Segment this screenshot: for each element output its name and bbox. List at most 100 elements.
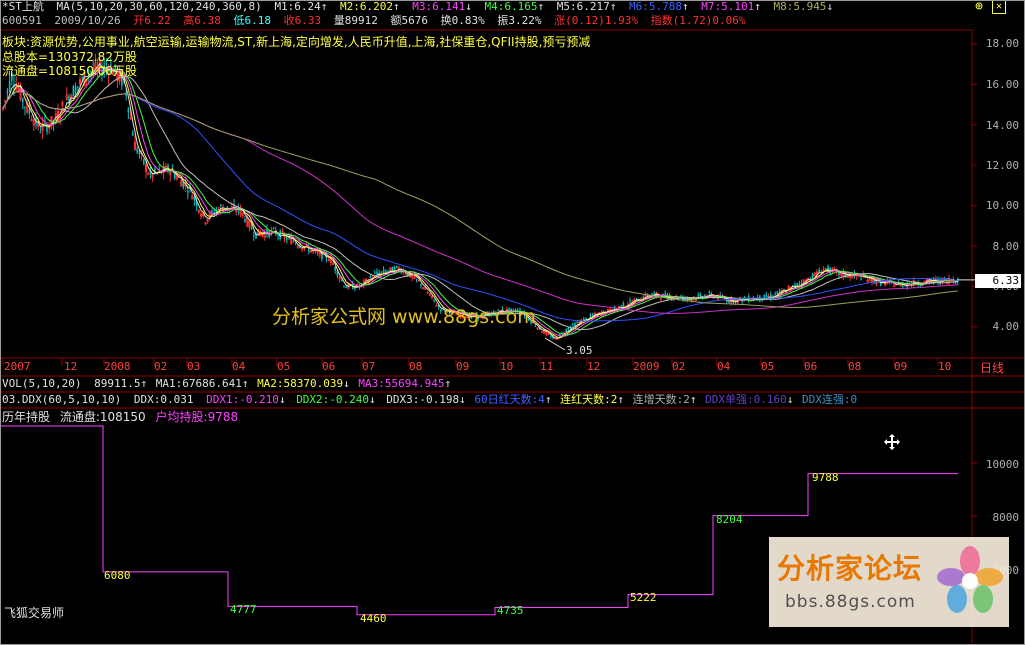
holders-step-label: 4777 [230,603,257,616]
candle-body [635,297,638,299]
date-tick: 11 [540,360,554,373]
holders-axis-tick: 10000 [985,458,1019,471]
vol-ma3: MA3:55694.945 [358,377,445,390]
candle-body [778,290,781,292]
ddx-consec: DDX连强:0 [802,393,858,406]
holders-step-label: 8204 [716,513,743,526]
candle-body [334,266,336,271]
candle-body [825,268,827,270]
date-tick: 04 [717,360,731,373]
candle-body [376,271,378,274]
arrow-up-icon: ↑ [444,377,452,390]
date-tick: 05 [277,360,291,373]
ma-line [2,66,958,339]
candle-body [651,293,653,296]
candle-body [292,241,295,243]
date-tick: 03 [187,360,201,373]
holders-step-label: 5222 [630,591,657,604]
candle-body [220,205,222,207]
candle-body [697,294,699,296]
candle-body [28,110,31,114]
candle-body [708,292,710,294]
candle-body [954,282,957,284]
candle-body [8,80,11,91]
candle-body [774,293,776,295]
holders-row: 历年持股 流通盘:108150 户均持股:9788 [2,410,244,424]
candle-body [22,98,24,103]
holders-step-label: 6080 [104,569,131,582]
date-tick: 12 [587,360,601,373]
candle-body [272,228,275,230]
current-price-tag: 6.33 [975,274,1021,288]
center-watermark: 分析家公式网 www.88gs.com [272,306,536,328]
candle-body [374,272,376,274]
candle-body [860,277,862,280]
date-tick: 10 [938,360,952,373]
candle-body [193,197,196,200]
date-tick: 08 [848,360,862,373]
candle-body [567,327,570,330]
flower-logo-icon [937,546,1003,613]
arrow-up-icon: ↑ [241,377,249,390]
ma-line [2,68,958,336]
candle-body [728,302,730,304]
date-tick: 05 [761,360,775,373]
arrow-down-icon: ↓ [786,393,794,406]
candle-body [132,133,134,136]
date-tick: 2009 [633,360,660,373]
candle-body [565,329,567,333]
candle-body [798,283,801,285]
candle-body [136,149,138,153]
candle-body [138,151,141,155]
candle-body [143,159,145,164]
price-tick: 10.00 [985,199,1019,212]
arrow-up-icon: ↑ [617,393,625,406]
low-price-marker: 3.05 [566,344,593,357]
date-tick: 08 [409,360,423,373]
date-tick: 09 [456,360,470,373]
candle-body [244,218,246,222]
float-shares: 流通盘=108150.00万股 [2,64,137,78]
candle-body [776,291,779,295]
arrow-up-icon: ↑ [689,393,697,406]
candle-body [420,283,422,286]
candle-body [173,174,176,178]
date-tick: 02 [672,360,686,373]
ddx-title: 03.DDX(60,5,10,10) [2,393,122,406]
price-tick: 12.00 [985,159,1019,172]
ddx3-value: DDX3:-0.198 [386,393,460,406]
candle-body [433,299,435,301]
date-tick: 2008 [104,360,131,373]
candle-body [39,131,42,133]
date-tick: 12 [64,360,78,373]
arrow-down-icon: ↓ [459,393,466,406]
candle-body [550,335,552,338]
candle-body [250,227,253,230]
date-tick: 10 [500,360,514,373]
price-tick: 14.00 [985,119,1019,132]
candle-body [6,90,9,94]
forum-title: 分析家论坛 [777,552,923,585]
arrow-up-icon: ↑ [140,377,148,390]
candle-body [380,271,383,273]
candle-body [211,210,213,213]
candle-body [699,293,702,296]
period-selector[interactable]: 日线 [980,359,1004,376]
ddx-single: DDX单强:0.160 [705,393,787,406]
ddx2-value: DDX2:-0.240 [296,393,370,406]
ma-line [2,62,958,339]
holders-axis-tick: 8000 [992,511,1020,524]
vol-ma2: MA2:58370.039 [257,377,344,390]
forum-url: bbs.88gs.com [785,592,916,612]
candle-body [127,107,130,113]
candle-body [286,237,288,240]
arrow-down-icon: ↓ [343,377,350,390]
forum-watermark: 分析家论坛 bbs.88gs.com [769,537,1009,627]
red-days-60: 60日红天数:4 [474,393,545,406]
ddx-row: 03.DDX(60,5,10,10) DDX:0.031 DDX1:-0.210… [2,393,863,407]
candle-body [187,190,189,193]
candle-body [589,314,592,317]
date-tick: 2007 [4,360,31,373]
ddx1-value: DDX1:-0.210 [206,393,279,406]
date-tick: 04 [232,360,246,373]
